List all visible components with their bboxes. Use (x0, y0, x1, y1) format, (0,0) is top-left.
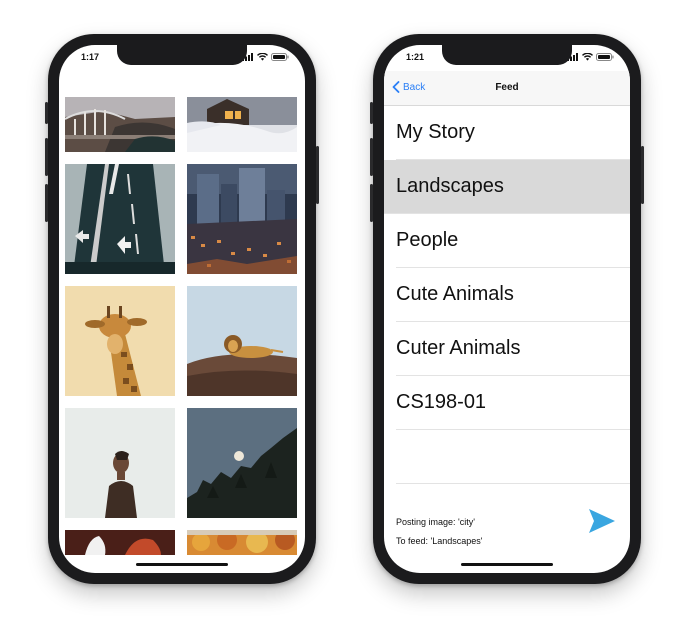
status-time: 1:17 (81, 52, 100, 62)
nav-title: Feed (495, 82, 519, 93)
feed-row-landscapes[interactable]: Landscapes (384, 160, 630, 214)
man-silhouette-photo[interactable] (65, 408, 175, 518)
status-icons (242, 53, 289, 61)
feed-row-my-story[interactable]: My Story (396, 106, 630, 160)
wifi-icon (582, 53, 593, 61)
highway-overhead-photo[interactable] (65, 164, 175, 274)
send-icon (589, 509, 615, 533)
volume-up-button (370, 138, 373, 176)
feed-row-empty (396, 430, 630, 484)
lion-on-rock-photo[interactable] (187, 286, 297, 396)
notch (442, 45, 572, 65)
feed-list: My Story Landscapes People Cute Animals … (384, 106, 630, 484)
snowy-cabin-photo[interactable] (187, 97, 297, 152)
status-time: 1:21 (406, 52, 425, 62)
power-button (316, 146, 319, 204)
home-indicator[interactable] (461, 563, 553, 566)
bridge-coast-photo[interactable] (65, 97, 175, 152)
home-indicator[interactable] (136, 563, 228, 566)
posting-image-text: Posting image: 'city' (396, 517, 475, 527)
screen: 1:17 (59, 45, 305, 573)
to-feed-text: To feed: 'Landscapes' (396, 536, 483, 546)
giraffe-photo[interactable] (65, 286, 175, 396)
battery-icon (596, 53, 614, 61)
notch (117, 45, 247, 65)
status-icons (567, 53, 614, 61)
red-animal-photo[interactable] (65, 530, 175, 555)
volume-down-button (45, 184, 48, 222)
volume-down-button (370, 184, 373, 222)
mute-switch (370, 102, 373, 124)
feed-row-people[interactable]: People (396, 214, 630, 268)
feed-row-cs198-01[interactable]: CS198-01 (396, 376, 630, 430)
power-button (641, 146, 644, 204)
battery-icon (271, 53, 289, 61)
feed-row-cuter-animals[interactable]: Cuter Animals (396, 322, 630, 376)
autumn-trees-photo[interactable] (187, 530, 297, 555)
send-button[interactable] (588, 508, 616, 539)
navigation-bar: Back Feed (384, 71, 630, 106)
mute-switch (45, 102, 48, 124)
moon-forest-photo[interactable] (187, 408, 297, 518)
screen: 1:21 Back Feed My Story Landscapes Peopl… (384, 45, 630, 573)
volume-up-button (45, 138, 48, 176)
feed-row-cute-animals[interactable]: Cute Animals (396, 268, 630, 322)
wifi-icon (257, 53, 268, 61)
phone-feed-picker: 1:21 Back Feed My Story Landscapes Peopl… (370, 34, 644, 584)
phone-photo-grid: 1:17 (45, 34, 319, 584)
city-skyline-photo[interactable] (187, 164, 297, 274)
